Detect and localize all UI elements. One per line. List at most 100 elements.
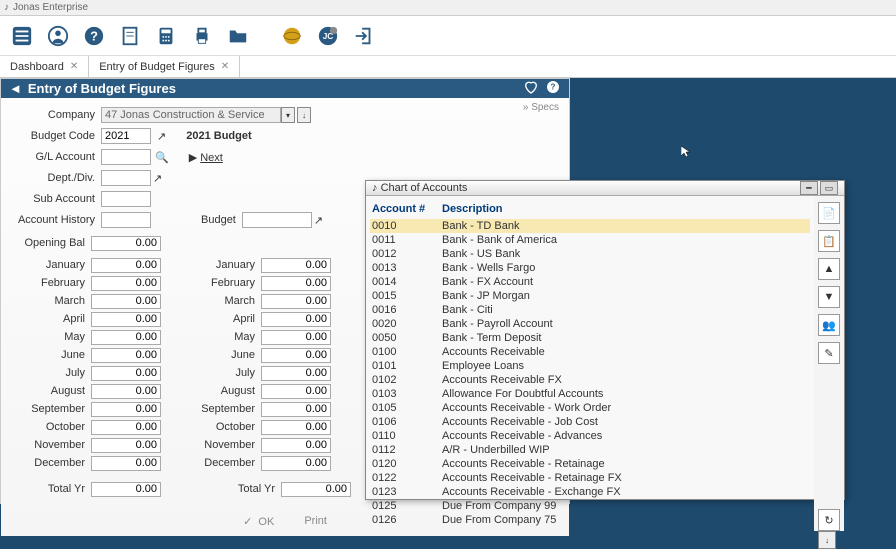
dialog-titlebar[interactable]: ♪ Chart of Accounts ━▭ <box>366 181 844 196</box>
account-row[interactable]: 0101Employee Loans <box>370 359 810 373</box>
account-history-label: Account History <box>11 214 101 226</box>
month-field-january[interactable] <box>261 258 331 273</box>
account-row[interactable]: 0105Accounts Receivable - Work Order <box>370 401 810 415</box>
globe-icon[interactable] <box>278 22 306 50</box>
month-field-august[interactable] <box>261 384 331 399</box>
print-button[interactable]: Print <box>304 515 327 528</box>
total-yr-field[interactable] <box>91 482 161 497</box>
budget-field[interactable] <box>242 212 312 228</box>
account-row[interactable]: 0050Bank - Term Deposit <box>370 331 810 345</box>
budget-code-field[interactable] <box>101 128 151 144</box>
gl-account-field[interactable] <box>101 149 151 165</box>
month-label: April <box>11 313 91 325</box>
opening-bal-field[interactable] <box>91 236 161 251</box>
account-row[interactable]: 0010Bank - TD Bank <box>370 219 810 233</box>
close-icon[interactable]: ✕ <box>70 61 78 72</box>
account-row[interactable]: 0011Bank - Bank of America <box>370 233 810 247</box>
month-field-november[interactable] <box>261 438 331 453</box>
folder-icon[interactable] <box>224 22 252 50</box>
company-field[interactable] <box>101 107 281 123</box>
document-icon[interactable] <box>116 22 144 50</box>
account-row[interactable]: 0120Accounts Receivable - Retainage <box>370 457 810 471</box>
calculator-icon[interactable] <box>152 22 180 50</box>
month-field-december[interactable] <box>91 456 161 471</box>
month-field-july[interactable] <box>261 366 331 381</box>
edit-icon[interactable]: ✎ <box>818 342 840 364</box>
specs-link[interactable]: » Specs <box>523 102 559 113</box>
account-row[interactable]: 0020Bank - Payroll Account <box>370 317 810 331</box>
total-yr-field-2[interactable] <box>281 482 351 497</box>
account-row[interactable]: 0100Accounts Receivable <box>370 345 810 359</box>
month-label: April <box>181 313 261 325</box>
account-row[interactable]: 0110Accounts Receivable - Advances <box>370 429 810 443</box>
account-row[interactable]: 0103Allowance For Doubtful Accounts <box>370 387 810 401</box>
month-field-october[interactable] <box>261 420 331 435</box>
users-icon[interactable]: 👥 <box>818 314 840 336</box>
account-history-field[interactable] <box>101 212 151 228</box>
account-row[interactable]: 0015Bank - JP Morgan <box>370 289 810 303</box>
month-field-september[interactable] <box>91 402 161 417</box>
form-header: ◄Entry of Budget Figures ? <box>1 79 569 98</box>
month-label: November <box>11 439 91 451</box>
maximize-icon[interactable]: ▭ <box>820 181 838 195</box>
account-row[interactable]: 0106Accounts Receivable - Job Cost <box>370 415 810 429</box>
account-row[interactable]: 0016Bank - Citi <box>370 303 810 317</box>
month-field-march[interactable] <box>261 294 331 309</box>
arrow-down-icon[interactable]: ▼ <box>818 286 840 308</box>
close-icon[interactable]: ✕ <box>221 61 229 72</box>
arrow-up-icon[interactable]: ▲ <box>818 258 840 280</box>
month-field-january[interactable] <box>91 258 161 273</box>
accounts-list[interactable]: Account # Description 0010Bank - TD Bank… <box>366 196 814 531</box>
month-field-july[interactable] <box>91 366 161 381</box>
doc-icon[interactable]: 📄 <box>818 202 840 224</box>
dept-field[interactable] <box>101 170 151 186</box>
account-row[interactable]: 0102Accounts Receivable FX <box>370 373 810 387</box>
month-field-november[interactable] <box>91 438 161 453</box>
jc-icon[interactable]: JC <box>314 22 342 50</box>
favorite-icon[interactable] <box>523 79 539 98</box>
lookup-icon[interactable]: ↓ <box>297 107 311 123</box>
account-row[interactable]: 0126Due From Company 75 <box>370 513 810 527</box>
month-field-june[interactable] <box>261 348 331 363</box>
month-field-june[interactable] <box>91 348 161 363</box>
month-field-december[interactable] <box>261 456 331 471</box>
month-field-october[interactable] <box>91 420 161 435</box>
month-field-may[interactable] <box>261 330 331 345</box>
help-icon[interactable]: ? <box>545 79 561 98</box>
month-label: June <box>11 349 91 361</box>
sub-account-field[interactable] <box>101 191 151 207</box>
account-row[interactable]: 0012Bank - US Bank <box>370 247 810 261</box>
search-icon[interactable]: 🔍 <box>155 151 169 164</box>
account-row[interactable]: 0013Bank - Wells Fargo <box>370 261 810 275</box>
dropdown-icon[interactable]: ▾ <box>281 107 295 123</box>
next-link[interactable]: ▶ Next <box>189 151 223 164</box>
month-field-may[interactable] <box>91 330 161 345</box>
month-field-february[interactable] <box>91 276 161 291</box>
refresh-icon[interactable]: ↻ <box>818 509 840 531</box>
month-label: August <box>11 385 91 397</box>
month-field-september[interactable] <box>261 402 331 417</box>
copy-icon[interactable]: 📋 <box>818 230 840 252</box>
month-field-april[interactable] <box>91 312 161 327</box>
app-logo-icon[interactable] <box>8 22 36 50</box>
month-label: July <box>181 367 261 379</box>
footer-lookup-icon[interactable]: ↓ <box>818 531 836 549</box>
user-icon[interactable] <box>44 22 72 50</box>
account-row[interactable]: 0014Bank - FX Account <box>370 275 810 289</box>
month-field-february[interactable] <box>261 276 331 291</box>
printer-icon[interactable] <box>188 22 216 50</box>
account-row[interactable]: 0122Accounts Receivable - Retainage FX <box>370 471 810 485</box>
month-field-april[interactable] <box>261 312 331 327</box>
account-row[interactable]: 0123Accounts Receivable - Exchange FX <box>370 485 810 499</box>
ok-button[interactable]: ✓ OK <box>243 515 274 528</box>
minimize-icon[interactable]: ━ <box>800 181 818 195</box>
back-icon[interactable]: ◄ <box>9 81 22 96</box>
month-field-august[interactable] <box>91 384 161 399</box>
tab-budget-entry[interactable]: Entry of Budget Figures✕ <box>89 56 240 77</box>
exit-icon[interactable] <box>350 22 378 50</box>
tab-dashboard[interactable]: Dashboard✕ <box>0 56 89 77</box>
help-icon[interactable]: ? <box>80 22 108 50</box>
month-field-march[interactable] <box>91 294 161 309</box>
account-row[interactable]: 0112A/R - Underbilled WIP <box>370 443 810 457</box>
account-row[interactable]: 0125Due From Company 99 <box>370 499 810 513</box>
